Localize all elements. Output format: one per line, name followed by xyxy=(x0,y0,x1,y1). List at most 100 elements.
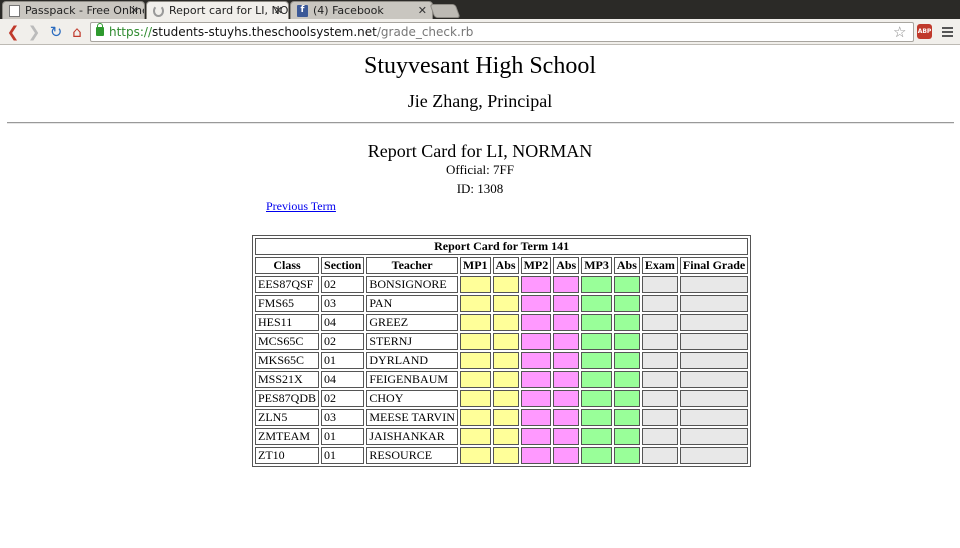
mp1-absence-cell xyxy=(492,409,519,426)
close-icon[interactable]: ✕ xyxy=(274,4,283,17)
table-row: MCS65C 02 STERNJ xyxy=(255,333,749,350)
table-row: PES87QDB 02 CHOY xyxy=(255,390,749,407)
teacher-cell: GREEZ xyxy=(366,314,458,331)
table-row: ZMTEAM 01 JAISHANKAR xyxy=(255,428,749,445)
loading-icon xyxy=(153,5,164,17)
mp1-absence-cell xyxy=(492,390,519,407)
mp2-absence-cell xyxy=(553,409,580,426)
tab-passpack[interactable]: Passpack - Free Online ✕ xyxy=(2,1,145,19)
facebook-icon: f xyxy=(297,5,308,17)
section-cell: 01 xyxy=(321,447,365,464)
close-icon[interactable]: ✕ xyxy=(418,4,427,17)
section-cell: 03 xyxy=(321,409,365,426)
mp1-absence-cell xyxy=(492,276,519,293)
mp2-absence-cell xyxy=(553,447,580,464)
mp3-grade-cell xyxy=(581,352,612,369)
class-cell: ZLN5 xyxy=(255,409,320,426)
final-grade-cell xyxy=(679,447,749,464)
col-header-mp2: MP2 xyxy=(520,257,552,274)
tab-facebook[interactable]: f (4) Facebook ✕ xyxy=(290,1,433,19)
table-row: ZT10 01 RESOURCE xyxy=(255,447,749,464)
mp1-grade-cell xyxy=(459,276,491,293)
reload-icon[interactable]: ↻ xyxy=(46,22,66,42)
mp2-absence-cell xyxy=(553,352,580,369)
back-arrow-icon[interactable]: ❮ xyxy=(3,22,23,42)
class-cell: FMS65 xyxy=(255,295,320,312)
address-bar[interactable]: https://students-stuyhs.theschoolsystem.… xyxy=(90,22,914,42)
final-grade-cell xyxy=(679,276,749,293)
tab-title: (4) Facebook xyxy=(313,4,384,17)
section-cell: 02 xyxy=(321,390,365,407)
mp2-grade-cell xyxy=(520,333,552,350)
class-cell: MKS65C xyxy=(255,352,320,369)
mp1-grade-cell xyxy=(459,371,491,388)
exam-cell xyxy=(641,333,678,350)
exam-cell xyxy=(641,428,678,445)
forward-arrow-icon[interactable]: ❯ xyxy=(24,22,44,42)
mp2-grade-cell xyxy=(520,409,552,426)
mp1-absence-cell xyxy=(492,295,519,312)
mp2-absence-cell xyxy=(553,314,580,331)
mp3-grade-cell xyxy=(581,390,612,407)
col-header-teacher: Teacher xyxy=(366,257,458,274)
browser-toolbar: ❮ ❯ ↻ ⌂ https://students-stuyhs.theschoo… xyxy=(0,19,960,45)
col-header-exam: Exam xyxy=(641,257,678,274)
teacher-cell: STERNJ xyxy=(366,333,458,350)
close-icon[interactable]: ✕ xyxy=(130,4,139,17)
mp3-absence-cell xyxy=(613,295,640,312)
mp2-grade-cell xyxy=(520,390,552,407)
header-row: Class Section Teacher MP1 Abs MP2 Abs MP… xyxy=(255,257,749,274)
mp2-grade-cell xyxy=(520,447,552,464)
final-grade-cell xyxy=(679,428,749,445)
teacher-cell: PAN xyxy=(366,295,458,312)
col-header-final-grade: Final Grade xyxy=(679,257,749,274)
new-tab-button[interactable] xyxy=(429,4,461,18)
mp3-grade-cell xyxy=(581,314,612,331)
grades-table: Report Card for Term 141 Class Section T… xyxy=(252,235,752,467)
url-path: /grade_check.rb xyxy=(376,25,474,39)
teacher-cell: JAISHANKAR xyxy=(366,428,458,445)
exam-cell xyxy=(641,276,678,293)
exam-cell xyxy=(641,390,678,407)
tab-report-card[interactable]: Report card for LI, NO ✕ xyxy=(146,1,289,19)
section-cell: 02 xyxy=(321,276,365,293)
mp2-absence-cell xyxy=(553,390,580,407)
section-cell: 04 xyxy=(321,371,365,388)
mp1-absence-cell xyxy=(492,314,519,331)
mp1-absence-cell xyxy=(492,447,519,464)
school-name: Stuyvesant High School xyxy=(364,53,596,79)
mp1-grade-cell xyxy=(459,314,491,331)
mp2-grade-cell xyxy=(520,276,552,293)
mp1-grade-cell xyxy=(459,428,491,445)
mp2-absence-cell xyxy=(553,276,580,293)
table-row: MKS65C 01 DYRLAND xyxy=(255,352,749,369)
menu-icon[interactable] xyxy=(942,27,953,37)
mp3-absence-cell xyxy=(613,352,640,369)
mp2-grade-cell xyxy=(520,352,552,369)
mp3-grade-cell xyxy=(581,428,612,445)
mp1-grade-cell xyxy=(459,333,491,350)
report-title: Report Card for LI, NORMAN xyxy=(367,141,593,161)
col-header-abs1: Abs xyxy=(492,257,519,274)
teacher-cell: BONSIGNORE xyxy=(366,276,458,293)
table-row: HES11 04 GREEZ xyxy=(255,314,749,331)
col-header-abs2: Abs xyxy=(553,257,580,274)
mp3-absence-cell xyxy=(613,314,640,331)
url-host: students-stuyhs.theschoolsystem.net xyxy=(152,25,377,39)
tab-title: Passpack - Free Online xyxy=(25,4,144,17)
mp3-absence-cell xyxy=(613,428,640,445)
mp2-grade-cell xyxy=(520,371,552,388)
adblock-icon[interactable]: ABP xyxy=(917,24,932,39)
bookmark-star-icon[interactable]: ☆ xyxy=(893,22,906,42)
exam-cell xyxy=(641,409,678,426)
previous-term-link[interactable]: Previous Term xyxy=(266,199,336,214)
mp1-absence-cell xyxy=(492,428,519,445)
class-cell: ZT10 xyxy=(255,447,320,464)
final-grade-cell xyxy=(679,409,749,426)
class-cell: MCS65C xyxy=(255,333,320,350)
home-icon[interactable]: ⌂ xyxy=(67,22,87,42)
divider xyxy=(7,122,954,124)
mp1-grade-cell xyxy=(459,447,491,464)
mp3-grade-cell xyxy=(581,409,612,426)
tab-title: Report card for LI, NO xyxy=(169,4,288,17)
